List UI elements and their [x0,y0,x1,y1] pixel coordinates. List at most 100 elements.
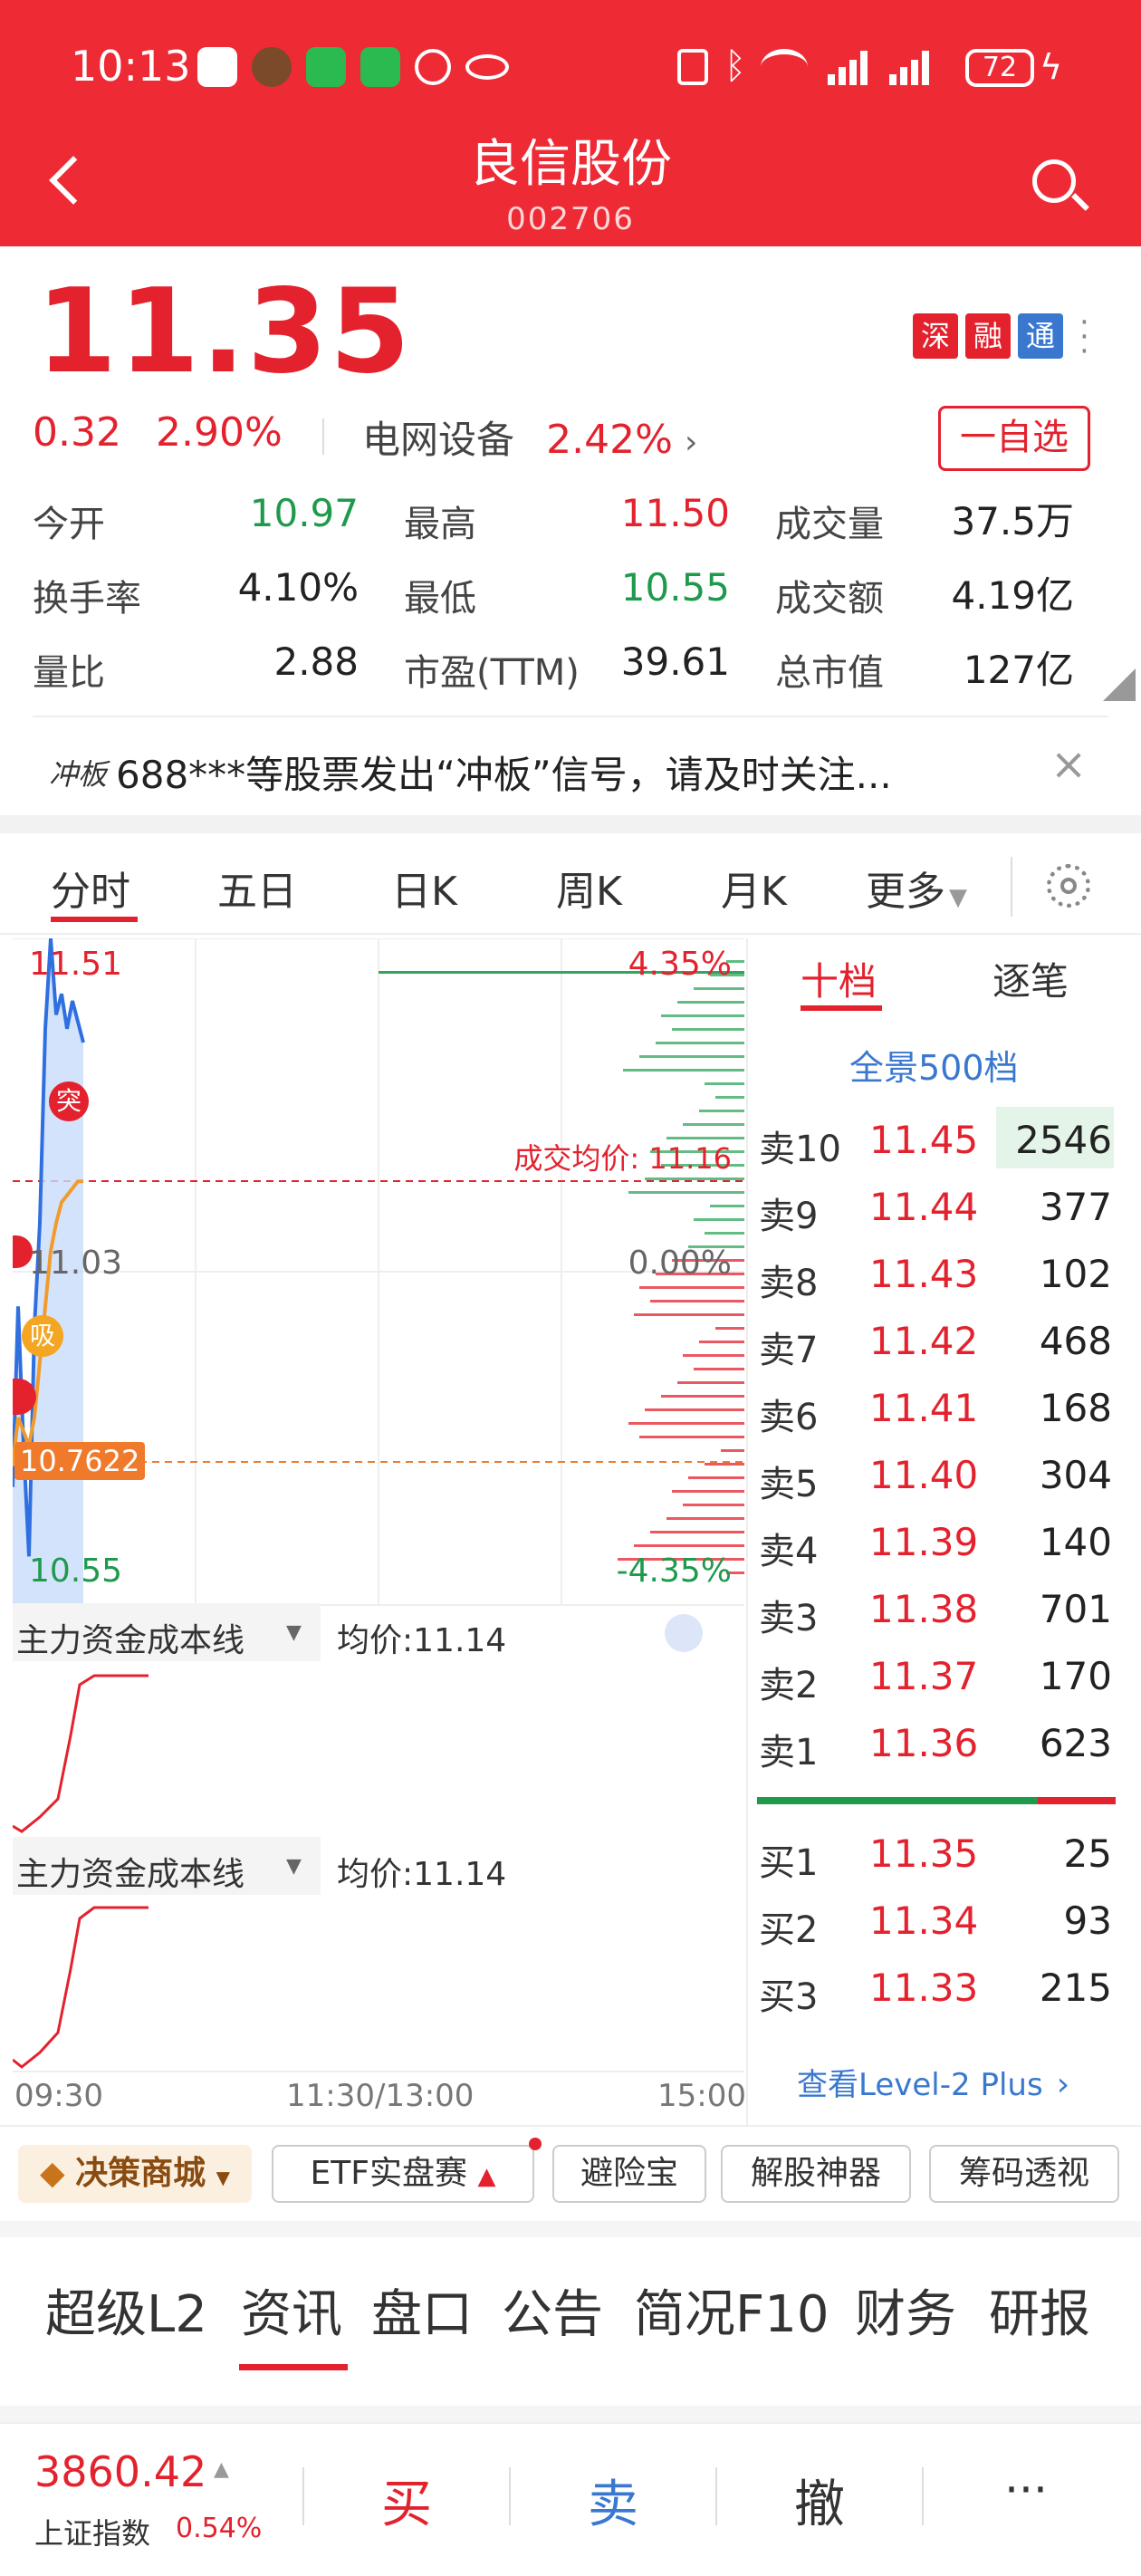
chip-decision-mall[interactable]: ◆ 决策商城 ▼ [18,2145,252,2203]
sell-row[interactable]: 卖2 11.37 170 [757,1643,1119,1710]
chip-chip-distribution[interactable]: 筹码透视 [929,2145,1119,2203]
cancel-button[interactable]: 撤 [717,2464,922,2537]
sell-row[interactable]: 卖8 11.43 102 [757,1241,1119,1308]
chip-stock-solver[interactable]: 解股神器 [721,2145,911,2203]
chip-safe-haven[interactable]: 避险宝 [552,2145,706,2203]
tab-monthly-k[interactable]: 月K [721,859,787,917]
signal-xi-icon[interactable]: 吸 [22,1315,63,1357]
depth-bar [699,1110,744,1112]
sell-row[interactable]: 卖10 11.45 2546 [757,1107,1119,1174]
notice-bar[interactable]: 冲板 688***等股票发出“冲板”信号，请及时关注... × [0,721,1141,815]
sell-row[interactable]: 卖5 11.40 304 [757,1442,1119,1509]
intraday-chart[interactable]: 11.51 11.03 10.55 4.35% 0.00% -4.35% 成交均… [13,938,744,1614]
tab-daily-k[interactable]: 日K [391,859,457,917]
divider [322,418,324,455]
tab-research[interactable]: 研报 [989,2273,1090,2347]
tab-handicap[interactable]: 盘口 [371,2273,473,2347]
depth-bar [677,1001,744,1004]
divider [1011,857,1012,917]
buy-row[interactable]: 买3 11.33 215 [757,1955,1119,2022]
depth-bar [694,1218,744,1221]
depth-bar [661,1395,744,1398]
indicator-select-1[interactable]: 主力资金成本线 ▼ [13,1603,321,1661]
sell-row[interactable]: 卖7 11.42 468 [757,1308,1119,1375]
close-icon[interactable]: × [1050,739,1087,790]
chip-label: 决策商城 [75,2155,206,2192]
tab-super-l2[interactable]: 超级L2 [45,2273,207,2347]
indicator-line-2 [13,1906,149,2069]
search-icon[interactable] [1032,159,1089,212]
depth-bar [628,1191,744,1194]
sell-row[interactable]: 卖6 11.41 168 [757,1375,1119,1442]
chip-etf-contest[interactable]: ETF实盘赛 ▲ [272,2145,534,2203]
wifi-icon [761,49,808,85]
tab-intraday[interactable]: 分时 [51,859,130,917]
signal-tu-icon[interactable]: 突 [49,1081,89,1121]
current-price: 11.35 [36,264,412,399]
depth-bar [710,1205,744,1207]
sell-price: 11.38 [869,1587,979,1631]
sell-level-label: 卖1 [759,1732,819,1773]
level2-link[interactable]: 查看Level-2 Plus › [797,2060,1123,2110]
badge-shen[interactable]: 深 [913,313,958,359]
tab-weekly-k[interactable]: 周K [556,859,622,917]
chip-label: ETF实盘赛 [310,2155,467,2192]
add-watchlist-button[interactable]: 一自选 [938,406,1090,471]
sell-button[interactable]: 卖 [511,2464,715,2537]
sector-pct: 2.42% [546,417,673,463]
tab-f10[interactable]: 简况F10 [634,2273,829,2347]
more-vert-icon[interactable]: · · · [1079,307,1089,367]
index-widget[interactable]: 3860.42 ▲ 上证指数 0.54% [34,2444,297,2552]
chart-pct-mid: 0.00% [628,1245,732,1282]
sell-price: 11.42 [869,1319,979,1363]
tab-five-day[interactable]: 五日 [217,859,297,917]
tab-tick-by-tick[interactable]: 逐笔 [992,951,1069,1006]
buy-row[interactable]: 买2 11.34 93 [757,1888,1119,1955]
charging-icon: ϟ [1040,47,1063,87]
notice-tag: 冲板 [49,757,108,792]
dropdown-arrow-icon: ▼ [286,1621,302,1644]
panorama-link[interactable]: 全景500档 [849,1040,1019,1090]
edit-icon[interactable] [665,1614,703,1652]
buy-price: 11.35 [869,1831,979,1876]
sell-row[interactable]: 卖9 11.44 377 [757,1174,1119,1241]
depth-bar [688,1476,744,1479]
stat-label: 量比 [33,652,105,694]
badge-rong[interactable]: 融 [965,313,1011,359]
indicator-select-2[interactable]: 主力资金成本线 ▼ [13,1837,321,1895]
section-gap [0,815,1141,833]
tab-news[interactable]: 资讯 [241,2273,342,2347]
chart-low-label: 10.55 [29,1552,123,1590]
stat-label: 换手率 [33,578,141,620]
sell-volume: 2546 [1015,1118,1112,1162]
sell-row[interactable]: 卖4 11.39 140 [757,1509,1119,1576]
buy-row[interactable]: 买1 11.35 25 [757,1821,1119,1888]
sell-level-label: 卖4 [759,1531,819,1572]
sector-link[interactable]: 电网设备 2.42% › [362,409,724,463]
tab-more[interactable]: 更多 ▼ [866,859,967,917]
sell-volume: 170 [1039,1654,1112,1698]
battery-app-icon [360,47,400,87]
more-button[interactable]: ··· [924,2464,1128,2516]
time-axis-mid: 11:30/13:00 [286,2078,475,2114]
indicator-header-1: 主力资金成本线 ▼ 均价:11.14 [13,1603,744,1661]
sell-row[interactable]: 卖1 11.36 623 [757,1710,1119,1777]
time-axis-start: 09:30 [14,2078,103,2114]
tab-active-underline [801,1005,882,1011]
tab-announcement[interactable]: 公告 [502,2273,603,2347]
sell-price: 11.43 [869,1252,979,1296]
indicator-avg: 均价:11.14 [337,1856,507,1893]
chip-label: 筹码透视 [958,2155,1089,2192]
sell-row[interactable]: 卖3 11.38 701 [757,1576,1119,1643]
sell-level-label: 卖8 [759,1263,819,1304]
depth-bar [639,1436,744,1438]
buy-button[interactable]: 买 [304,2464,509,2537]
sell-volume: 140 [1039,1520,1112,1564]
tab-ten-level[interactable]: 十档 [801,951,877,1006]
badge-tong[interactable]: 通 [1018,313,1063,359]
up-triangle-icon: ▲ [214,2458,229,2481]
expand-triangle-icon[interactable] [1103,668,1136,701]
tab-finance[interactable]: 财务 [855,2273,956,2347]
divider [746,938,748,2125]
settings-gear-icon[interactable] [1047,864,1090,908]
